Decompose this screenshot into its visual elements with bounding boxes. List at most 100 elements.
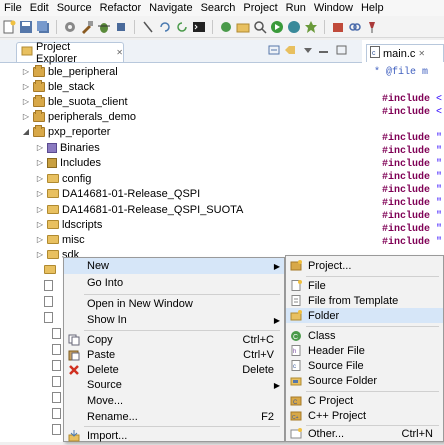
menu-item-copy[interactable]: Copy Ctrl+C [64,332,284,348]
menu-item-delete[interactable]: Delete Delete [64,362,284,378]
maximize-icon[interactable] [336,45,348,55]
expand-arrow-icon[interactable]: ▷ [36,189,44,198]
menu-item-source[interactable]: Source ▶ [64,377,284,393]
external-tools-icon[interactable] [287,20,301,34]
expand-arrow-icon[interactable]: ▷ [22,82,30,91]
code-line[interactable]: #include " [382,211,442,222]
terminal-icon[interactable] [192,20,206,34]
submenu-item-file-from-template[interactable]: File from Template [286,293,443,308]
code-line[interactable]: #include " [382,198,442,209]
menu-item-show-in[interactable]: Show In ▶ [64,312,284,328]
build-icon[interactable] [80,20,94,34]
code-line[interactable]: #include " [382,133,442,144]
tree-item[interactable]: ▷ Includes [36,155,101,170]
editor-tab-main-c[interactable]: c main.c ✕ [366,44,444,62]
code-line[interactable]: #include < [382,107,442,118]
tree-item-hidden[interactable] [44,278,53,293]
menu-project[interactable]: Project [239,0,281,16]
tree-item-hidden[interactable] [44,310,53,325]
menu-item-go-into[interactable]: Go Into [64,275,284,291]
menu-search[interactable]: Search [197,0,240,16]
tree-item[interactable]: ▷ Binaries [36,140,100,155]
tree-item[interactable]: ▷ DA14681-01-Release_QSPI_SUOTA [36,202,243,217]
collapse-arrow-icon[interactable]: ◢ [22,127,30,136]
menu-help[interactable]: Help [357,0,388,16]
tree-item[interactable]: ▷ config [36,171,91,186]
tree-item-hidden[interactable] [44,262,56,277]
run-icon[interactable] [270,20,284,34]
submenu-item-other[interactable]: Other... Ctrl+N [286,426,443,441]
submenu-item-source-file[interactable]: c Source File [286,358,443,373]
code-line[interactable]: #include " [382,146,442,157]
tree-item[interactable]: ▷ DA14681-01-Release_QSPI [36,186,200,201]
expand-arrow-icon[interactable]: ▷ [36,235,44,244]
tree-item-hidden[interactable] [52,422,61,437]
tree-item[interactable]: ▷ ble_stack [22,79,94,94]
settings-icon[interactable] [63,20,77,34]
expand-arrow-icon[interactable]: ▷ [36,158,44,167]
expand-arrow-icon[interactable]: ▷ [36,250,44,259]
menu-refactor[interactable]: Refactor [96,0,146,16]
close-icon[interactable]: ✕ [116,48,123,57]
tree-item-hidden[interactable] [44,294,53,309]
project-explorer-tab[interactable]: Project Explorer ✕ [16,41,124,65]
menu-window[interactable]: Window [310,0,357,16]
code-line[interactable]: #include " [382,185,442,196]
submenu-item-header-file[interactable]: h Header File [286,343,443,358]
code-line[interactable]: #include < [382,94,442,105]
tree-item[interactable]: ▷ ble_peripheral [22,64,118,79]
link-icon[interactable] [348,20,362,34]
minimize-icon[interactable] [318,45,330,55]
menu-run[interactable]: Run [282,0,310,16]
submenu-item-c-project[interactable]: C C Project [286,393,443,408]
tree-item[interactable]: ▷ misc [36,232,85,247]
expand-arrow-icon[interactable]: ▷ [22,67,30,76]
menu-item-new[interactable]: New ▶ [64,258,284,274]
tree-item-hidden[interactable] [52,326,61,341]
new-icon[interactable] [2,20,16,34]
debug-icon[interactable] [97,20,111,34]
menu-file[interactable]: File [0,0,26,16]
undo-icon[interactable] [158,20,172,34]
tree-item-hidden[interactable] [52,390,61,405]
code-line[interactable]: #include " [382,237,442,248]
skip-icon[interactable] [141,20,155,34]
expand-arrow-icon[interactable]: ▷ [36,205,44,214]
tree-item[interactable]: ▷ ble_suota_client [22,94,128,109]
refresh-icon[interactable] [175,20,189,34]
submenu-item-folder[interactable]: Folder [286,308,443,323]
tree-item[interactable]: ▷ peripherals_demo [22,109,136,124]
menu-source[interactable]: Source [53,0,96,16]
tree-item-hidden[interactable] [52,358,61,373]
tree-item[interactable]: ◢ pxp_reporter [22,124,110,139]
submenu-item-file[interactable]: File [286,278,443,293]
search-icon[interactable] [253,20,267,34]
view-menu-icon[interactable] [302,45,314,55]
submenu-item-source-folder[interactable]: Source Folder [286,373,443,388]
menu-item-move[interactable]: Move... [64,393,284,409]
menu-navigate[interactable]: Navigate [145,0,196,16]
expand-arrow-icon[interactable]: ▷ [22,112,30,121]
star-icon[interactable] [304,20,318,34]
expand-arrow-icon[interactable]: ▷ [36,143,44,152]
code-line[interactable]: #include " [382,224,442,235]
close-icon[interactable]: ✕ [418,49,425,58]
tree-item[interactable]: ▷ ldscripts [36,217,102,232]
menu-item-rename[interactable]: Rename... F2 [64,409,284,425]
new-class-icon[interactable] [219,20,233,34]
save-all-icon[interactable] [36,20,50,34]
tree-item-hidden[interactable] [52,374,61,389]
pin-icon[interactable] [365,20,379,34]
submenu-item-cpp-project[interactable]: C+ C++ Project [286,408,443,423]
submenu-item-project[interactable]: Project... [286,258,443,273]
link-with-editor-icon[interactable] [284,45,296,55]
chip-icon[interactable] [114,20,128,34]
expand-arrow-icon[interactable]: ▷ [36,220,44,229]
code-line[interactable]: #include " [382,159,442,170]
code-line[interactable]: #include " [382,172,442,183]
save-icon[interactable] [19,20,33,34]
menu-item-paste[interactable]: Paste Ctrl+V [64,347,284,363]
submenu-item-class[interactable]: C Class [286,328,443,343]
tree-item-hidden[interactable] [52,342,61,357]
collapse-all-icon[interactable] [268,45,280,55]
